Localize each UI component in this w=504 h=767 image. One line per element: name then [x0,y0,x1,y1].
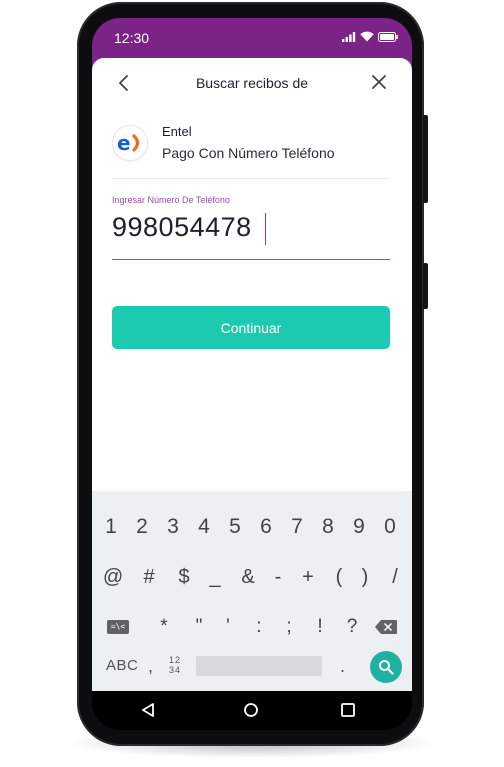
key-question[interactable]: ? [340,612,364,642]
svg-text:e: e [117,132,131,154]
key-semicolon[interactable]: ; [277,612,301,642]
key-close-paren[interactable]: ) [353,562,377,592]
key-asterisk[interactable]: * [152,612,176,642]
key-comma[interactable]: , [148,651,153,681]
symbol-keyboard: 1 2 3 4 5 6 7 8 9 0 @ # $ _ & - + ( ) / … [92,491,412,691]
key-double-quote[interactable]: " [187,612,211,642]
key-4[interactable]: 4 [192,512,216,542]
key-exclamation[interactable]: ! [308,612,332,642]
key-hash[interactable]: # [137,562,161,592]
search-sheet: Buscar recibos de e Entel Pago Con Númer… [92,58,412,510]
biller-name: Entel [162,124,192,139]
page-title: Buscar recibos de [195,75,309,91]
status-time: 12:30 [114,30,150,46]
key-open-paren[interactable]: ( [327,562,351,592]
volume-button [423,115,428,203]
circle-home-icon[interactable] [243,702,259,718]
key-period[interactable]: . [340,651,345,681]
number-layout-key[interactable]: 12 34 [166,655,184,675]
key-plus[interactable]: + [296,562,320,592]
key-8[interactable]: 8 [316,512,340,542]
continue-button[interactable]: Continuar [112,306,390,349]
biller-subtitle: Pago Con Número Teléfono [162,145,335,161]
phone-field-label: Ingresar Número De Teléfono [112,195,230,205]
wifi-icon [360,31,374,42]
close-icon[interactable] [370,73,388,91]
phone-field-underline [112,259,390,260]
key-7[interactable]: 7 [285,512,309,542]
signal-icon [342,31,356,42]
key-minus[interactable]: - [266,562,290,592]
key-colon[interactable]: : [247,612,271,642]
key-5[interactable]: 5 [223,512,247,542]
key-1[interactable]: 1 [99,512,123,542]
search-key[interactable] [370,651,402,683]
number-layout-key-top: 12 [168,655,181,665]
key-3[interactable]: 3 [161,512,185,542]
key-underscore[interactable]: _ [203,562,227,592]
power-button [423,263,428,309]
key-at[interactable]: @ [101,562,125,592]
backspace-icon[interactable] [374,619,398,635]
keyboard-row-numbers: 1 2 3 4 5 6 7 8 9 0 [92,512,412,542]
square-recents-icon[interactable] [340,702,356,718]
entel-logo: e [112,125,148,161]
space-key[interactable] [196,656,322,676]
key-0[interactable]: 0 [378,512,402,542]
key-dollar[interactable]: $ [172,562,196,592]
navigation-bar [92,691,412,730]
abc-key[interactable]: ABC [106,651,138,681]
battery-icon [378,31,398,42]
number-layout-key-bottom: 34 [168,665,181,675]
entel-logo-mark: e [117,132,140,154]
divider [112,178,390,179]
phone-number-input[interactable]: 998054478 [112,212,252,243]
keyboard-row-bottom: ABC , 12 34 . [92,651,412,683]
key-2[interactable]: 2 [130,512,154,542]
keyboard-row-symbols: @ # $ _ & - + ( ) / [92,562,412,592]
status-icons [342,31,398,42]
key-apostrophe[interactable]: ' [216,612,240,642]
keyboard-row-punctuation: =\< * " ' : ; ! ? [92,612,412,642]
key-6[interactable]: 6 [254,512,278,542]
text-caret [265,213,266,245]
key-ampersand[interactable]: & [236,562,260,592]
search-icon [379,660,394,675]
triangle-back-icon[interactable] [141,702,155,718]
screen: 12:30 Buscar recibos de e Entel Pago Con… [92,18,412,730]
key-slash[interactable]: / [383,562,407,592]
symbols-switch-key[interactable]: =\< [107,620,129,634]
key-9[interactable]: 9 [347,512,371,542]
